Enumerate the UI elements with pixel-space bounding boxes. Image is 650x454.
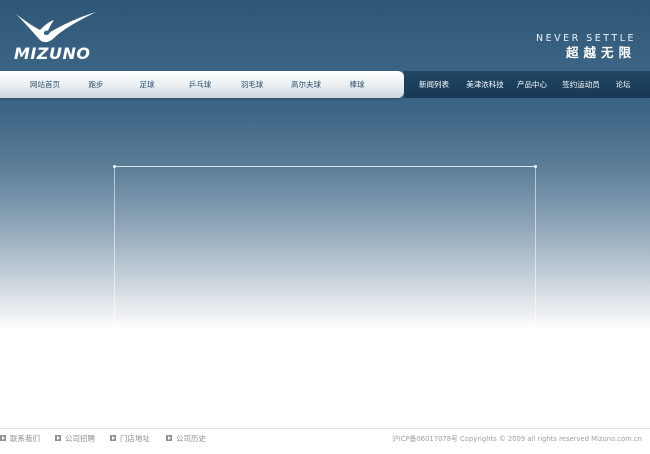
footer-link-label: 公司历史 — [176, 434, 206, 443]
arrow-bullet-icon — [55, 435, 61, 441]
nav-item-technology[interactable]: 美津浓科技 — [460, 71, 510, 98]
nav-sports-group: 网站首页 跑步 足球 乒乓球 羽毛球 高尔夫球 棒球 — [0, 71, 404, 98]
nav-item-golf[interactable]: 高尔夫球 — [280, 71, 332, 98]
slogan-english: NEVER SETTLE — [536, 33, 636, 44]
frame-corner-left — [113, 165, 116, 168]
nav-item-home[interactable]: 网站首页 — [20, 71, 70, 98]
footer-link-history[interactable]: 公司历史 — [166, 433, 206, 445]
nav-item-news[interactable]: 新闻列表 — [412, 71, 456, 98]
copyright-text: 沪ICP备06017078号 Copyrights © 2009 all rig… — [392, 435, 642, 443]
footer-link-jobs[interactable]: 公司招聘 — [55, 433, 95, 445]
arrow-bullet-icon — [110, 435, 116, 441]
main-nav: 网站首页 跑步 足球 乒乓球 羽毛球 高尔夫球 棒球 新闻列表 美津浓科技 产品… — [0, 71, 650, 98]
arrow-bullet-icon — [0, 435, 6, 441]
footer-link-label: 公司招聘 — [65, 434, 95, 443]
nav-item-products[interactable]: 产品中心 — [510, 71, 554, 98]
mizuno-logo[interactable]: MIZUNO — [14, 12, 98, 62]
nav-info-group: 新闻列表 美津浓科技 产品中心 签约运动员 论坛 — [404, 71, 650, 98]
nav-item-athletes[interactable]: 签约运动员 — [556, 71, 606, 98]
nav-item-badminton[interactable]: 羽毛球 — [228, 71, 276, 98]
slogan-chinese: 超越无限 — [565, 45, 636, 60]
logo-wordmark: MIZUNO — [14, 44, 91, 63]
nav-item-running[interactable]: 跑步 — [76, 71, 116, 98]
nav-item-table-tennis[interactable]: 乒乓球 — [176, 71, 224, 98]
nav-item-football[interactable]: 足球 — [127, 71, 167, 98]
frame-corner-right — [534, 165, 537, 168]
nav-item-forum[interactable]: 论坛 — [608, 71, 638, 98]
slogan: NEVER SETTLE 超越无限 — [536, 33, 636, 60]
arrow-bullet-icon — [166, 435, 172, 441]
runbird-icon — [16, 12, 96, 43]
footer-link-contact[interactable]: 联系我们 — [0, 433, 40, 445]
nav-item-baseball[interactable]: 棒球 — [337, 71, 377, 98]
footer-link-label: 联系我们 — [10, 434, 40, 443]
footer-link-stores[interactable]: 门店地址 — [110, 433, 150, 445]
footer-divider — [0, 428, 650, 429]
footer-link-label: 门店地址 — [120, 434, 150, 443]
content-frame — [113, 165, 537, 326]
